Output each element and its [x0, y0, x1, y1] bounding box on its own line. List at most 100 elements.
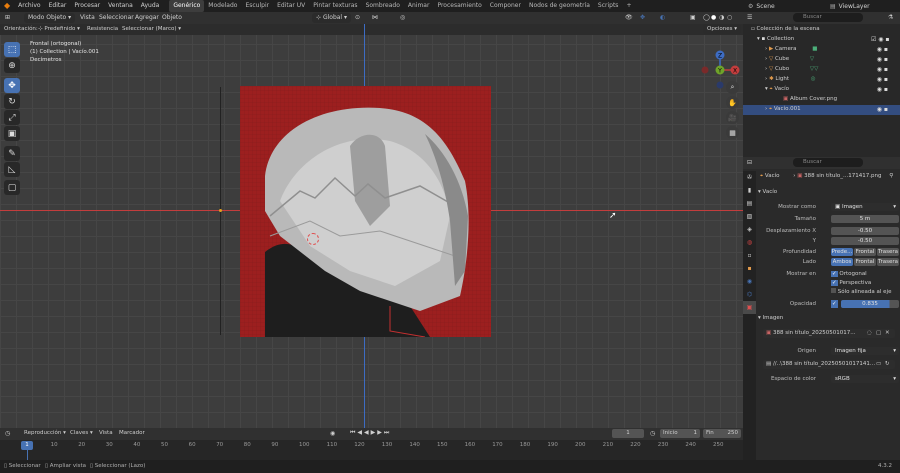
auto-key-icon[interactable]: ◉: [330, 430, 335, 437]
eye-icon[interactable]: ◉ ▪: [871, 45, 899, 55]
folder-icon[interactable]: ▭: [876, 360, 881, 369]
display-as-dropdown[interactable]: ▣ Imagen ▾: [831, 203, 899, 211]
data-tab-icon[interactable]: ▣: [743, 301, 756, 314]
opacity-slider[interactable]: 0.835: [841, 300, 899, 308]
menu-edit[interactable]: Editar: [45, 0, 71, 12]
move-tool-icon[interactable]: ✥: [4, 78, 20, 93]
tool-tab-icon[interactable]: ✇: [743, 171, 756, 184]
depth-front-button[interactable]: Frontal: [854, 248, 876, 256]
fake-user-icon[interactable]: ◌: [867, 329, 872, 338]
properties-search-input[interactable]: Buscar: [793, 158, 863, 167]
collection-tab-icon[interactable]: ▫: [743, 249, 756, 262]
size-field[interactable]: 5 m: [831, 215, 899, 223]
drag-dropdown[interactable]: Seleccionar (Marco) ▾: [122, 26, 181, 32]
source-dropdown[interactable]: Imagen fija ▾: [831, 347, 899, 355]
tab-modeling[interactable]: Modelado: [204, 0, 241, 12]
output-tab-icon[interactable]: ▤: [743, 197, 756, 210]
checkbox-icon[interactable]: ☑ ◉ ▪: [871, 35, 899, 45]
offset-x-field[interactable]: -0.50: [831, 227, 899, 235]
tab-sculpt[interactable]: Esculpir: [241, 0, 273, 12]
side-back-button[interactable]: Trasera: [877, 258, 899, 266]
pin-icon[interactable]: ⚲: [889, 173, 893, 179]
eye-icon[interactable]: ◉ ▪: [871, 85, 899, 95]
annotate-tool-icon[interactable]: ✎: [4, 146, 20, 161]
section-image-header[interactable]: ▾ Imagen: [758, 315, 783, 321]
overlay-toggle-icon[interactable]: ◐: [660, 14, 665, 21]
blender-logo-icon[interactable]: ◆: [0, 0, 14, 12]
3d-cursor-icon[interactable]: [307, 233, 319, 245]
view-layer-tab-icon[interactable]: ▧: [743, 210, 756, 223]
tab-uv-edit[interactable]: Editar UV: [273, 0, 309, 12]
tab-rendering[interactable]: Procesamiento: [433, 0, 485, 12]
reference-image[interactable]: [240, 86, 491, 337]
world-tab-icon[interactable]: ◍: [743, 236, 756, 249]
menu-timeline-view[interactable]: Vista: [99, 430, 113, 436]
timeline-editor-icon[interactable]: ◷: [5, 430, 10, 437]
snap-icon[interactable]: ⋈: [372, 14, 378, 21]
new-image-icon[interactable]: ▢: [876, 329, 881, 338]
outliner-search-input[interactable]: Buscar: [793, 13, 863, 22]
depth-back-button[interactable]: Trasera: [877, 248, 899, 256]
depth-default-button[interactable]: Prede...: [831, 248, 853, 256]
camera-view-icon[interactable]: 🎥: [726, 111, 739, 124]
tab-animation[interactable]: Animar: [404, 0, 434, 12]
menu-file[interactable]: Archivo: [14, 0, 44, 12]
timeline-ruler[interactable]: 0102030405060708090100110120130140150160…: [0, 440, 743, 460]
visibility-icon[interactable]: 👁: [625, 14, 633, 21]
playback-controls[interactable]: ⏮◀◀▶▶⏭: [350, 429, 391, 437]
preview-range-icon[interactable]: ◷: [650, 430, 655, 437]
eye-icon[interactable]: ◉ ▪: [871, 105, 899, 115]
playhead[interactable]: 1: [21, 441, 33, 450]
tab-geometry-nodes[interactable]: Nodos de geometría: [525, 0, 594, 12]
side-both-button[interactable]: Ambos: [831, 258, 853, 266]
menu-select[interactable]: Seleccionar: [99, 14, 134, 21]
scale-tool-icon[interactable]: ⤢: [4, 110, 20, 125]
eye-icon[interactable]: ◉ ▪: [871, 65, 899, 75]
render-tab-icon[interactable]: ▮: [743, 184, 756, 197]
properties-editor-icon[interactable]: ⊟: [747, 159, 752, 166]
rotate-tool-icon[interactable]: ↻: [4, 94, 20, 109]
proportional-edit-icon[interactable]: ◎: [400, 14, 405, 21]
transform-orientation-dropdown[interactable]: ⊹ Global ▾: [312, 13, 352, 23]
unlink-icon[interactable]: ✕: [885, 329, 890, 338]
editor-type-icon[interactable]: ⊞: [5, 14, 10, 21]
object-tab-icon[interactable]: ▪: [743, 262, 756, 275]
start-frame-field[interactable]: Inicio 1: [660, 429, 700, 438]
menu-help[interactable]: Ayuda: [137, 0, 164, 12]
orientation-dropdown[interactable]: ⊹ Predefinido ▾: [38, 26, 80, 32]
offset-y-field[interactable]: -0.50: [831, 237, 899, 245]
menu-marker[interactable]: Marcador: [119, 430, 145, 436]
tab-compositing[interactable]: Componer: [486, 0, 525, 12]
3d-viewport[interactable]: ⊞ Modo Objeto ▾ Vista Seleccionar Agrega…: [0, 12, 743, 428]
axis-aligned-checkbox[interactable]: Sólo alineada al eje: [831, 287, 891, 297]
zoom-icon[interactable]: ⌕: [726, 81, 739, 94]
section-empty-header[interactable]: ▾ Vacío: [758, 189, 777, 195]
pan-hand-icon[interactable]: ✋: [726, 96, 739, 109]
scene-tab-icon[interactable]: ◈: [743, 223, 756, 236]
select-box-tool-icon[interactable]: ⬚: [4, 42, 20, 57]
end-frame-field[interactable]: Fin 250: [703, 429, 741, 438]
mode-dropdown[interactable]: Modo Objeto ▾: [24, 13, 76, 23]
gizmo-toggle-icon[interactable]: ✥: [640, 14, 645, 21]
shading-wireframe-icon[interactable]: ◯: [703, 14, 710, 21]
constraints-tab-icon[interactable]: ⌬: [743, 288, 756, 301]
shading-solid-icon[interactable]: ●: [711, 14, 716, 21]
physics-tab-icon[interactable]: ◉: [743, 275, 756, 288]
options-dropdown[interactable]: Opciones ▾: [703, 24, 741, 34]
scene-selector[interactable]: ⚙ Scene: [748, 1, 796, 11]
menu-window[interactable]: Ventana: [104, 0, 137, 12]
shading-rendered-icon[interactable]: ○: [727, 14, 732, 21]
outliner-editor-icon[interactable]: ☰: [747, 14, 752, 21]
tab-shading[interactable]: Sombreado: [362, 0, 404, 12]
opacity-checkbox[interactable]: ✓: [831, 300, 838, 308]
cursor-tool-icon[interactable]: ⊕: [4, 58, 20, 73]
colorspace-dropdown[interactable]: sRGB ▾: [831, 375, 899, 383]
filepath-field[interactable]: ▤ //..\388 sin título_20250501017141... …: [763, 360, 895, 369]
transform-tool-icon[interactable]: ▣: [4, 126, 20, 141]
menu-add[interactable]: Agregar: [135, 14, 159, 21]
tab-generic[interactable]: Genérico: [169, 0, 205, 12]
xray-icon[interactable]: ▣: [690, 14, 696, 21]
menu-playback[interactable]: Reproducción ▾: [24, 430, 66, 436]
eye-icon[interactable]: ◉ ▪: [871, 75, 899, 85]
menu-keying[interactable]: Claves ▾: [70, 430, 93, 436]
